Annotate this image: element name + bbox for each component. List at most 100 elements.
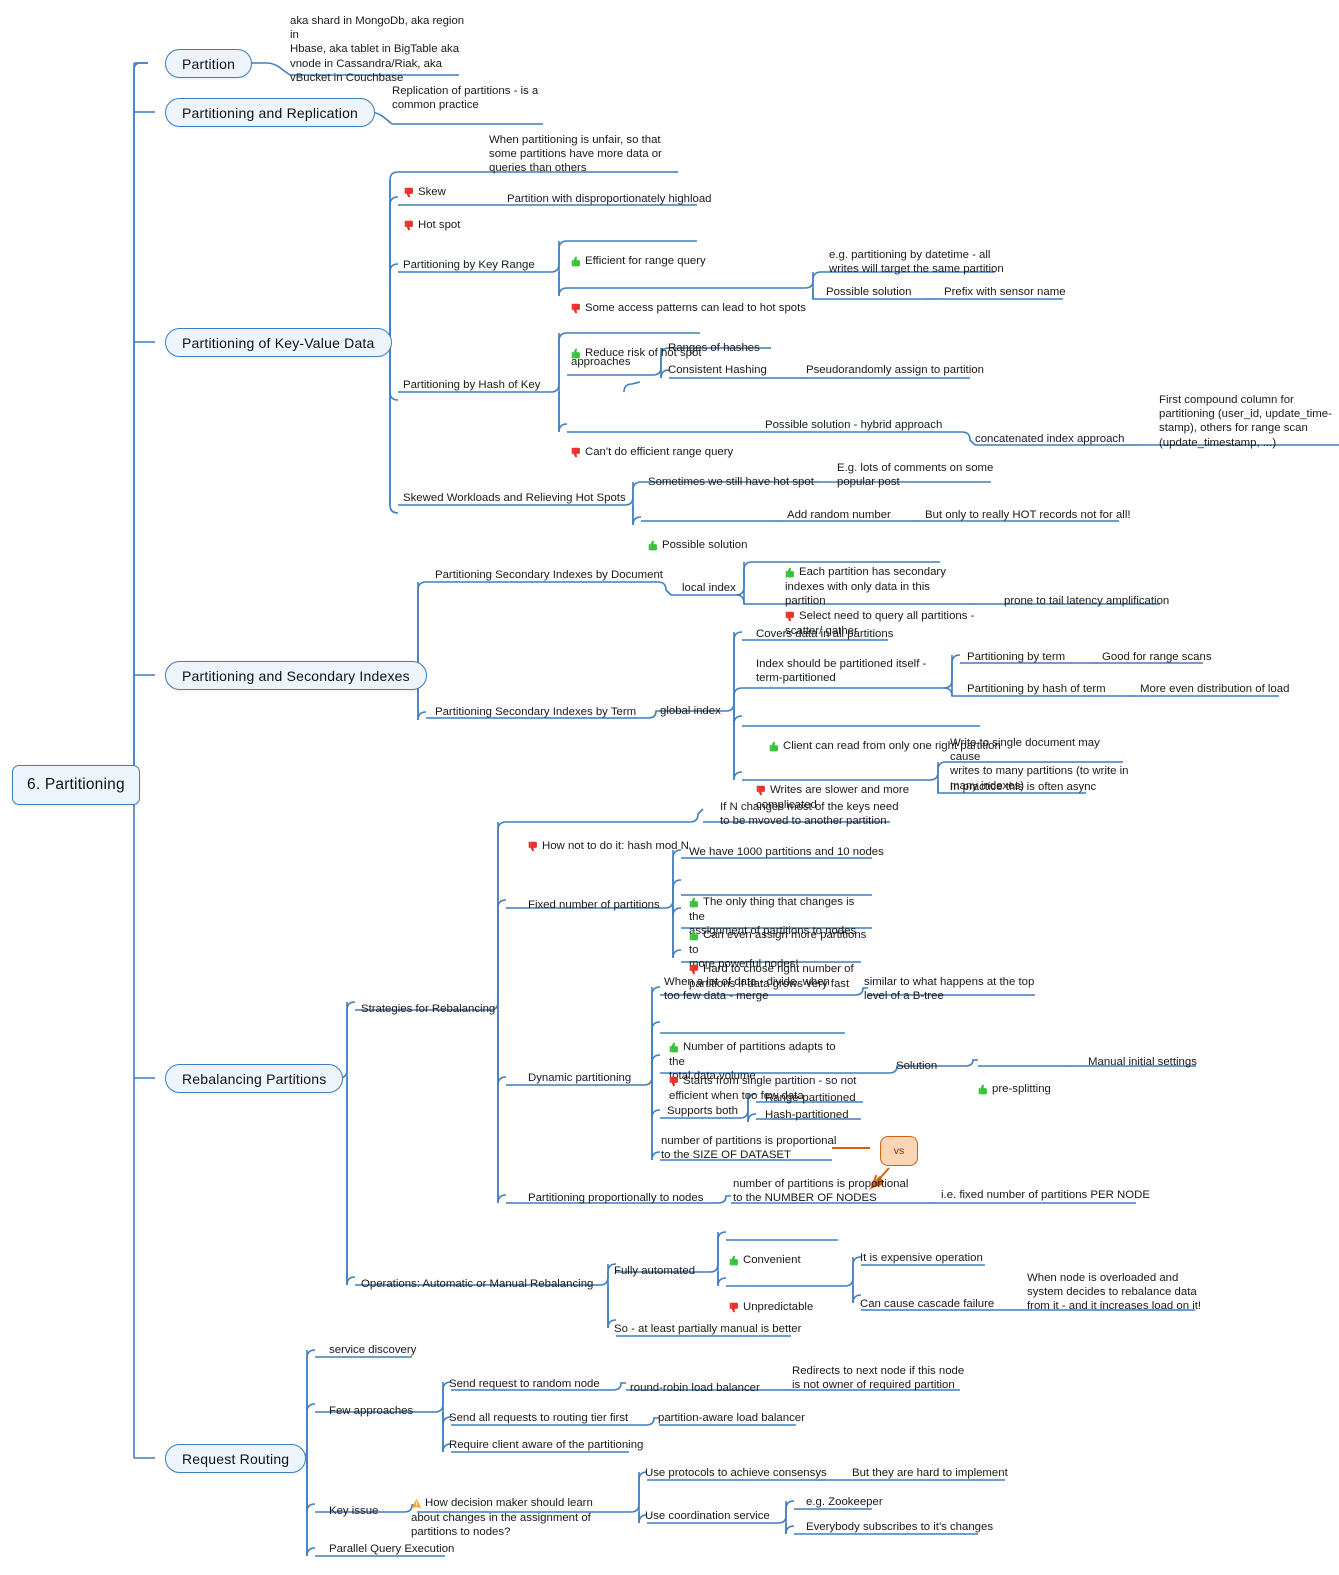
topic-key-issue[interactable]: Key issue	[329, 1504, 378, 1518]
topic-cascade-failure[interactable]: Can cause cascade failure	[860, 1297, 994, 1311]
topic-compound-column[interactable]: First compound column for partitioning (…	[1159, 393, 1339, 450]
topic-cant-do-efficient-range-query[interactable]: Can't do efficient range query	[571, 418, 733, 460]
topic-approaches[interactable]: approaches	[571, 355, 631, 369]
topic-strategies-for-rebalancing[interactable]: Strategies for Rebalancing	[361, 1002, 495, 1016]
topic-divide-merge[interactable]: When a lot of data - divide, when too fe…	[664, 975, 854, 1003]
topic-secondary-indexes-by-document[interactable]: Partitioning Secondary Indexes by Docume…	[435, 568, 663, 582]
topic-proportional-to-size-of-dataset[interactable]: number of partitions is proportional to …	[661, 1134, 841, 1162]
topic-use-protocols-consensus[interactable]: Use protocols to achieve consensys	[645, 1466, 827, 1480]
topic-possible-solution-random[interactable]: Possible solution	[648, 511, 747, 553]
thumbs-down-icon	[528, 827, 539, 852]
topic-parallel-query-execution[interactable]: Parallel Query Execution	[329, 1542, 454, 1556]
topic-add-random-number[interactable]: Add random number	[787, 508, 891, 522]
topic-efficient-for-range-query[interactable]: Efficient for range query	[571, 227, 706, 269]
topic-tail-latency-amplification[interactable]: prone to tail latency amplification	[1004, 594, 1169, 608]
topic-proportional-to-number-of-nodes[interactable]: number of partitions is proportional to …	[733, 1177, 913, 1205]
topic-hash-partitioned[interactable]: Hash-partitioned	[765, 1108, 849, 1122]
topic-redirects-to-next-node[interactable]: Redirects to next node if this node is n…	[792, 1364, 972, 1392]
topic-manual-initial-settings[interactable]: Manual initial settings	[1088, 1055, 1197, 1069]
topic-often-async[interactable]: In practice this is often async	[950, 780, 1096, 794]
topic-secondary-indexes-by-term[interactable]: Partitioning Secondary Indexes by Term	[435, 705, 636, 719]
topic-partially-manual-is-better[interactable]: So - at least partially manual is better	[614, 1322, 801, 1336]
topic-sometimes-hot-spot[interactable]: Sometimes we still have hot spot	[648, 475, 814, 489]
topic-partition-aware-load-balancer[interactable]: partition-aware load balancer	[658, 1411, 805, 1425]
topic-label: Convenient	[743, 1254, 801, 1267]
topic-skew-desc[interactable]: When partitioning is unfair, so that som…	[489, 133, 679, 176]
topic-how-not-to-do-it[interactable]: How not to do it: hash mod N	[528, 812, 689, 854]
thumbs-up-icon	[669, 1028, 680, 1053]
topic-hot-spot[interactable]: Hot spot	[404, 191, 460, 233]
topic-prefix-with-sensor-name[interactable]: Prefix with sensor name	[944, 285, 1066, 299]
topic-datetime-example[interactable]: e.g. partitioning by datetime - all writ…	[829, 248, 1009, 276]
topic-use-coordination-service[interactable]: Use coordination service	[645, 1509, 770, 1523]
thumbs-down-icon	[404, 206, 415, 231]
topic-convenient[interactable]: Convenient	[729, 1226, 801, 1268]
branch-partitioning-and-replication[interactable]: Partitioning and Replication	[165, 98, 376, 127]
topic-few-approaches[interactable]: Few approaches	[329, 1404, 413, 1418]
topic-local-index[interactable]: local index	[682, 581, 736, 595]
thumbs-down-icon	[756, 771, 767, 796]
topic-partitioning-by-hash-of-key[interactable]: Partitioning by Hash of Key	[403, 378, 540, 392]
topic-zookeeper[interactable]: e.g. Zookeeper	[806, 1495, 883, 1509]
topic-1000-partitions-10-nodes[interactable]: We have 1000 partitions and 10 nodes	[689, 845, 884, 859]
branch-request-routing[interactable]: Request Routing	[165, 1444, 307, 1473]
thumbs-down-icon	[785, 597, 796, 622]
topic-pseudorandomly-assign[interactable]: Pseudorandomly assign to partition	[806, 363, 984, 377]
topic-partitioning-by-term[interactable]: Partitioning by term	[967, 650, 1065, 664]
topic-partitioning-by-key-range[interactable]: Partitioning by Key Range	[403, 258, 535, 272]
topic-pre-splitting[interactable]: pre-splitting	[978, 1055, 1051, 1097]
topic-supports-both[interactable]: Supports both	[667, 1104, 738, 1118]
topic-global-index[interactable]: global index	[660, 704, 721, 718]
topic-term-partitioned[interactable]: Index should be partitioned itself - ter…	[756, 657, 951, 685]
topic-partition-aliases[interactable]: aka shard in MongoDb, aka region in Hbas…	[290, 14, 475, 85]
topic-service-discovery[interactable]: service discovery	[329, 1343, 416, 1357]
root-node[interactable]: 6. Partitioning	[12, 765, 140, 805]
branch-rebalancing-partitions[interactable]: Rebalancing Partitions	[165, 1064, 344, 1093]
topic-possible-solution-prefix[interactable]: Possible solution	[826, 285, 911, 299]
topic-expensive-operation[interactable]: It is expensive operation	[860, 1251, 983, 1265]
topic-unpredictable[interactable]: Unpredictable	[729, 1273, 813, 1315]
topic-hybrid-approach[interactable]: Possible solution - hybrid approach	[765, 418, 942, 432]
topic-hard-to-implement[interactable]: But they are hard to implement	[852, 1466, 1008, 1480]
topic-everybody-subscribes[interactable]: Everybody subscribes to it's changes	[806, 1520, 993, 1534]
topic-hot-spot-desc[interactable]: Partition with disproportionately highlo…	[507, 192, 737, 206]
topic-concatenated-index-approach[interactable]: concatenated index approach	[975, 432, 1124, 446]
topic-operations-automatic-or-manual[interactable]: Operations: Automatic or Manual Rebalanc…	[361, 1277, 593, 1291]
topic-send-to-routing-tier[interactable]: Send all requests to routing tier first	[449, 1411, 628, 1425]
warning-icon	[411, 1484, 422, 1509]
branch-partitioning-of-key-value-data[interactable]: Partitioning of Key-Value Data	[165, 328, 392, 357]
topic-decision-maker-learn[interactable]: How decision maker should learn about ch…	[411, 1469, 606, 1539]
thumbs-down-icon	[571, 289, 582, 314]
topic-partitioning-by-hash-of-term[interactable]: Partitioning by hash of term	[967, 682, 1106, 696]
topic-label: Can't do efficient range query	[585, 446, 734, 459]
topic-good-for-range-scans[interactable]: Good for range scans	[1102, 650, 1212, 664]
topic-partitioning-proportionally-to-nodes[interactable]: Partitioning proportionally to nodes	[528, 1191, 703, 1205]
topic-n-changes-keys-moved[interactable]: If N changes most of the keys need to be…	[720, 800, 900, 828]
topic-more-even-distribution[interactable]: More even distribution of load	[1140, 682, 1289, 696]
topic-dynamic-partitioning[interactable]: Dynamic partitioning	[528, 1071, 631, 1085]
topic-round-robin-load-balancer[interactable]: round-robin load balancer	[630, 1381, 760, 1395]
thumbs-up-icon	[769, 727, 780, 752]
topic-fully-automated[interactable]: Fully automated	[614, 1264, 695, 1278]
topic-fixed-partitions-per-node[interactable]: i.e. fixed number of partitions PER NODE	[941, 1188, 1150, 1202]
thumbs-down-icon	[571, 433, 582, 458]
topic-require-client-aware[interactable]: Require client aware of the partitioning	[449, 1438, 643, 1452]
topic-fixed-number-of-partitions[interactable]: Fixed number of partitions	[528, 898, 660, 912]
branch-partition[interactable]: Partition	[165, 49, 253, 78]
vs-callout[interactable]: vs	[880, 1136, 918, 1166]
topic-send-request-random-node[interactable]: Send request to random node	[449, 1377, 600, 1391]
topic-replication-of-partitions[interactable]: Replication of partitions - is a common …	[392, 84, 572, 112]
topic-consistent-hashing[interactable]: Consistent Hashing	[668, 363, 767, 377]
topic-covers-data-all-partitions[interactable]: Covers data in all partitions	[756, 627, 893, 641]
topic-only-hot-records[interactable]: But only to really HOT records not for a…	[925, 508, 1131, 522]
topic-node-overloaded[interactable]: When node is overloaded and system decid…	[1027, 1271, 1202, 1314]
topic-ranges-of-hashes[interactable]: Ranges of hashes	[668, 341, 760, 355]
topic-lots-of-comments[interactable]: E.g. lots of comments on some popular po…	[837, 461, 1022, 489]
branch-label: Partition	[182, 55, 236, 72]
topic-access-patterns-hot-spots[interactable]: Some access patterns can lead to hot spo…	[571, 274, 806, 316]
branch-partitioning-and-secondary-indexes[interactable]: Partitioning and Secondary Indexes	[165, 661, 427, 690]
topic-solution[interactable]: Solution	[896, 1059, 937, 1073]
topic-similar-to-btree[interactable]: similar to what happens at the top level…	[864, 975, 1039, 1003]
topic-range-partitioned[interactable]: Range-partitioned	[765, 1091, 856, 1105]
topic-skewed-workloads[interactable]: Skewed Workloads and Relieving Hot Spots	[403, 491, 626, 505]
